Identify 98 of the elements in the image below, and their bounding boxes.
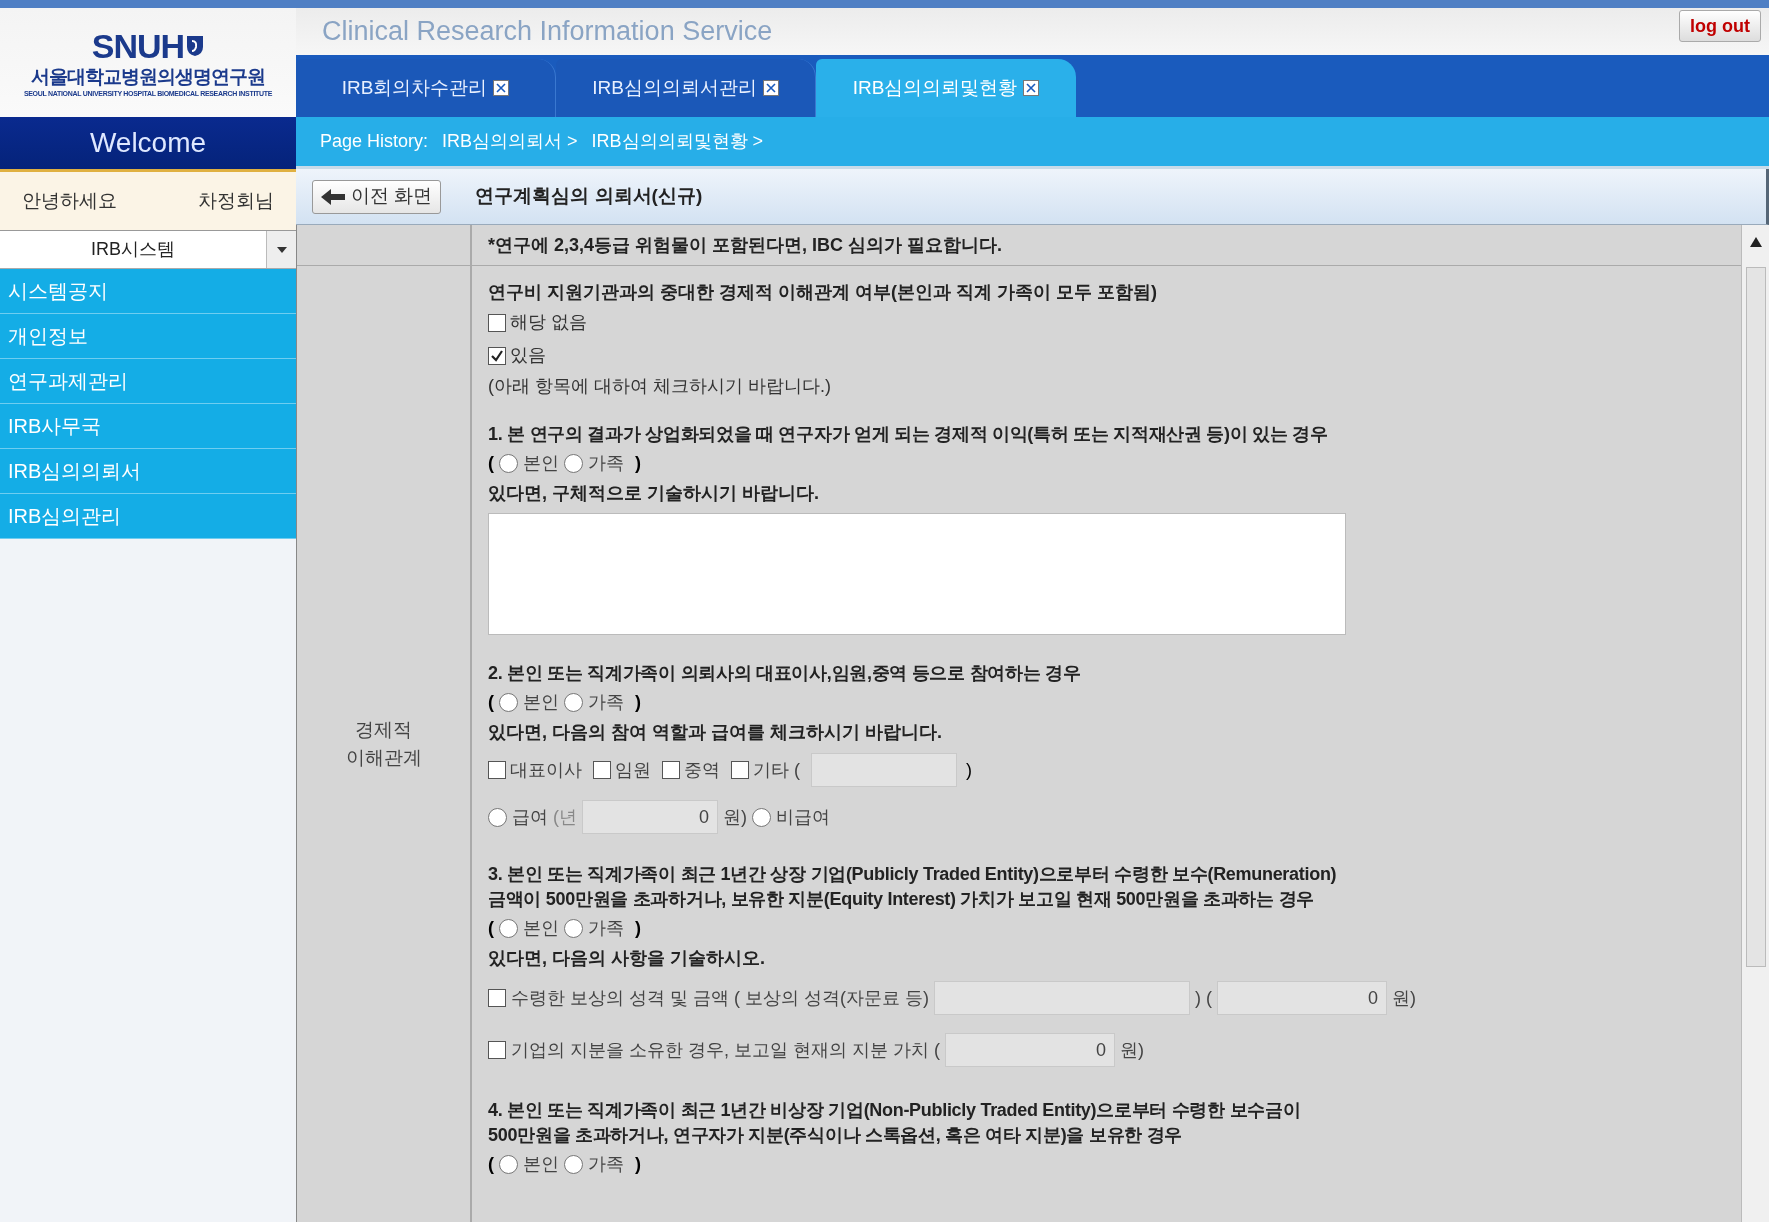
sidebar-menu-item[interactable]: 시스템공지 bbox=[0, 269, 296, 314]
radio-label: 본인 bbox=[523, 690, 559, 714]
checkbox[interactable] bbox=[488, 313, 506, 332]
checkbox[interactable] bbox=[488, 989, 506, 1007]
radio-button[interactable] bbox=[564, 692, 583, 712]
radio-label: 비급여 bbox=[776, 805, 830, 829]
sidebar-menu-item[interactable]: IRB심의의뢰서 bbox=[0, 449, 296, 494]
sidebar-menu-item[interactable]: 연구과제관리 bbox=[0, 359, 296, 404]
close-icon[interactable] bbox=[493, 80, 510, 96]
breadcrumb-link[interactable]: IRB심의의뢰서 > bbox=[442, 128, 578, 155]
input-field[interactable] bbox=[811, 753, 957, 787]
input-field[interactable]: 0 bbox=[945, 1033, 1115, 1067]
checkbox-label: 임원 bbox=[615, 758, 651, 782]
amount-label: 수령한 보상의 성격 및 금액 ( 보상의 성격(자문료 등) bbox=[511, 986, 929, 1010]
question-text: 2. 본인 또는 직계가족이 의뢰사의 대표이사,임원,중역 등으로 참여하는 경우 bbox=[488, 662, 1081, 685]
radio-button[interactable] bbox=[564, 453, 583, 473]
radio-button[interactable] bbox=[499, 692, 518, 712]
amount-label: 원) bbox=[1392, 986, 1416, 1010]
question-text: 500만원을 초과하거나, 연구자가 지분(주식이나 스톡옵션, 혹은 여타 지분)을 보유한 경우 bbox=[488, 1124, 1183, 1147]
bracket-text: ) bbox=[635, 451, 641, 475]
input-field[interactable] bbox=[934, 981, 1190, 1015]
radio-button[interactable] bbox=[499, 918, 518, 938]
breadcrumb-link[interactable]: IRB심의의뢰및현황 > bbox=[591, 128, 764, 155]
greeting-text: 안녕하세요 bbox=[22, 188, 117, 213]
close-icon[interactable] bbox=[1023, 80, 1040, 96]
radio-label: 가족 bbox=[588, 690, 624, 714]
bracket-text: ) bbox=[635, 916, 641, 940]
checkbox-label: 기타 ( bbox=[753, 758, 800, 782]
form-note: (아래 항목에 대하여 체크하시기 바랍니다.) bbox=[488, 375, 831, 398]
shield-logo-icon bbox=[186, 34, 205, 57]
form-heading: 있다면, 구체적으로 기술하시기 바랍니다. bbox=[488, 482, 819, 505]
radio-button[interactable] bbox=[499, 1154, 518, 1174]
bracket-text: ( bbox=[488, 1152, 494, 1176]
welcome-bar: Welcome bbox=[0, 117, 296, 172]
tab[interactable]: IRB회의차수관리 bbox=[296, 59, 556, 117]
scrollbar[interactable] bbox=[1741, 225, 1769, 1222]
radio-label: 본인 bbox=[523, 451, 559, 475]
tab[interactable]: IRB심의의뢰및현황 bbox=[816, 59, 1076, 117]
tab[interactable]: IRB심의의뢰서관리 bbox=[556, 59, 816, 117]
checkbox[interactable] bbox=[488, 1041, 506, 1059]
radio-button[interactable] bbox=[752, 807, 771, 827]
notice-text: *연구에 2,3,4등급 위험물이 포함된다면, IBC 심의가 필요합니다. bbox=[487, 233, 1004, 257]
user-name: 차정회님 bbox=[198, 188, 274, 213]
service-title: Clinical Research Information Service bbox=[322, 15, 773, 49]
dropdown-arrow-icon bbox=[276, 246, 287, 253]
sidebar-menu-item[interactable]: IRB사무국 bbox=[0, 404, 296, 449]
bracket-text: ) bbox=[966, 758, 972, 782]
form-title: 연구계획심의 의뢰서(신규) bbox=[475, 184, 703, 209]
input-field[interactable]: 0 bbox=[1217, 981, 1387, 1015]
section-label: 경제적 이해관계 bbox=[344, 718, 423, 770]
form-heading: 있다면, 다음의 참여 역할과 급여를 체크하시기 바랍니다. bbox=[488, 721, 942, 744]
sidebar-menu-item[interactable]: 개인정보 bbox=[0, 314, 296, 359]
checkbox[interactable] bbox=[488, 346, 506, 365]
radio-label: 본인 bbox=[523, 1152, 559, 1176]
question-text: 금액이 500만원을 초과하거나, 보유한 지분(Equity Interest) 가치가 보고일 현재 500만원을 초과하는 경우 bbox=[488, 888, 1314, 911]
sidebar-menu-item[interactable]: IRB심의관리 bbox=[0, 494, 296, 539]
form-heading: 연구비 지원기관과의 중대한 경제적 이해관계 여부(본인과 직계 가족이 모두 포함됨) bbox=[488, 281, 1157, 304]
radio-button[interactable] bbox=[564, 1154, 583, 1174]
checkbox[interactable] bbox=[488, 761, 506, 779]
checkbox[interactable] bbox=[593, 761, 611, 779]
close-icon[interactable] bbox=[762, 80, 779, 96]
amount-label: ) ( bbox=[1195, 986, 1212, 1010]
page-history-label: Page History: bbox=[320, 130, 429, 153]
scroll-up-icon[interactable] bbox=[1749, 237, 1762, 247]
bracket-text: ) bbox=[635, 1152, 641, 1176]
logout-button[interactable]: log out bbox=[1679, 10, 1761, 42]
logo-text: SNUH bbox=[91, 28, 185, 63]
checkbox-label: 중역 bbox=[684, 758, 720, 782]
checkbox-label: 있음 bbox=[510, 344, 546, 367]
radio-label: 가족 bbox=[588, 451, 624, 475]
input-field[interactable]: 0 bbox=[582, 800, 718, 834]
radio-label: 가족 bbox=[588, 916, 624, 940]
checkbox[interactable] bbox=[662, 761, 680, 779]
checkbox-label: 대표이사 bbox=[510, 758, 582, 782]
radio-label: 가족 bbox=[588, 1152, 624, 1176]
bracket-text: ( bbox=[488, 916, 494, 940]
form-heading: 있다면, 다음의 사항을 기술하시오. bbox=[488, 947, 765, 970]
back-button[interactable]: 이전 화면 bbox=[312, 179, 442, 214]
bracket-text: ( bbox=[488, 690, 494, 714]
logo-subtitle: 서울대학교병원의생명연구원 bbox=[31, 66, 265, 86]
amount-label: 원) bbox=[1120, 1038, 1144, 1062]
radio-label: 급여 bbox=[512, 805, 548, 829]
radio-label: 본인 bbox=[523, 916, 559, 940]
back-arrow-icon bbox=[321, 188, 345, 205]
bracket-text: ) bbox=[635, 690, 641, 714]
unit-text: 원) bbox=[723, 805, 747, 829]
radio-button[interactable] bbox=[499, 453, 518, 473]
radio-button[interactable] bbox=[488, 807, 507, 827]
amount-label: 기업의 지분을 소유한 경우, 보고일 현재의 지분 가치 ( bbox=[511, 1038, 940, 1062]
question-text: 3. 본인 또는 직계가족이 최근 1년간 상장 기업(Publicly Traded Entity)으로부터 수령한 보수(Remuneration) bbox=[488, 863, 1337, 886]
question-text: 4. 본인 또는 직계가족이 최근 1년간 비상장 기업(Non-Publicly Traded Entity)으로부터 수령한 보수금이 bbox=[488, 1099, 1301, 1122]
unit-text: (년 bbox=[553, 805, 577, 829]
checkbox-label: 해당 없음 bbox=[510, 311, 587, 334]
system-select[interactable]: IRB시스템 bbox=[0, 231, 296, 269]
question-text: 1. 본 연구의 결과가 상업화되었을 때 연구자가 얻게 되는 경제적 이익(특허 또는 지적재산권 등)이 있는 경우 bbox=[488, 423, 1328, 446]
radio-button[interactable] bbox=[564, 918, 583, 938]
checkbox[interactable] bbox=[731, 761, 749, 779]
bracket-text: ( bbox=[488, 451, 494, 475]
